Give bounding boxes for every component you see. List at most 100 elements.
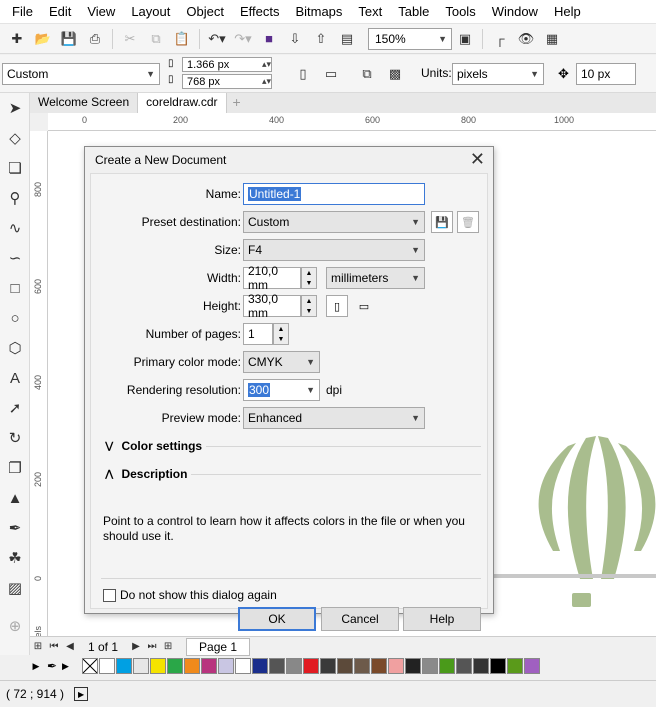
color-swatch[interactable] <box>218 658 234 674</box>
color-swatch[interactable] <box>371 658 387 674</box>
spinner-icon[interactable]: ▴▾ <box>262 76 271 87</box>
close-icon[interactable]: ✕ <box>470 149 485 170</box>
color-swatch[interactable] <box>116 658 132 674</box>
all-pages-icon[interactable]: ⧉ <box>354 62 380 86</box>
units-select[interactable]: pixels ▼ <box>452 63 544 85</box>
current-page-icon[interactable]: ▩ <box>382 62 408 86</box>
zoom-level-select[interactable]: 150% ▼ <box>368 27 452 50</box>
color-swatch[interactable] <box>150 658 166 674</box>
color-settings-toggle[interactable]: ⋁ Color settings <box>105 439 202 453</box>
last-page-icon[interactable]: ⏭ <box>144 641 160 652</box>
height-spinner[interactable]: ▲ ▼ <box>301 295 317 317</box>
add-tab-icon[interactable]: + <box>227 93 247 113</box>
next-page-icon[interactable]: ▶ <box>128 641 144 652</box>
play-icon[interactable]: ▶ <box>74 687 89 701</box>
paste-icon[interactable]: 📋 <box>169 27 195 51</box>
menu-help[interactable]: Help <box>546 4 589 19</box>
pick-tool-icon[interactable]: ➤ <box>0 93 30 123</box>
publish-pdf-icon[interactable]: ▤ <box>334 27 360 51</box>
horizontal-ruler[interactable]: 0 200 400 600 800 1000 <box>48 113 656 131</box>
smart-fill-icon[interactable]: ▨ <box>0 573 30 603</box>
open-icon[interactable]: 📂 <box>30 27 56 51</box>
width-input[interactable]: 210,0 mm <box>243 264 301 292</box>
ok-button[interactable]: OK <box>238 607 316 631</box>
color-swatch[interactable] <box>184 658 200 674</box>
color-swatch[interactable] <box>405 658 421 674</box>
color-swatch[interactable] <box>456 658 472 674</box>
export-icon[interactable]: ⇧ <box>308 27 334 51</box>
menu-view[interactable]: View <box>79 4 123 19</box>
menu-bitmaps[interactable]: Bitmaps <box>287 4 350 19</box>
name-input[interactable]: Untitled-1 <box>243 183 425 205</box>
parallel-dimension-icon[interactable]: ➚ <box>0 393 30 423</box>
print-icon[interactable]: ⎙ <box>82 27 108 51</box>
palette-expand-icon[interactable]: ▶ <box>62 661 82 672</box>
color-swatch[interactable] <box>235 658 251 674</box>
description-toggle[interactable]: ⋀ Description <box>105 467 187 481</box>
connector-tool-icon[interactable]: ↻ <box>0 423 30 453</box>
color-swatch[interactable] <box>286 658 302 674</box>
cut-icon[interactable]: ✂ <box>117 27 143 51</box>
cancel-button[interactable]: Cancel <box>321 607 399 631</box>
show-rulers-icon[interactable]: ┌ <box>487 27 513 51</box>
add-page-icon[interactable]: ⊞ <box>30 641 46 652</box>
tab-document[interactable]: coreldraw.cdr <box>138 93 227 113</box>
transparency-tool-icon[interactable]: ▲ <box>0 483 30 513</box>
drop-shadow-icon[interactable]: ❐ <box>0 453 30 483</box>
tab-welcome-screen[interactable]: Welcome Screen <box>30 93 139 113</box>
preset-destination-select[interactable]: Custom ▼ <box>243 211 425 233</box>
spinner-icon[interactable]: ▴▾ <box>262 59 271 70</box>
color-swatch[interactable] <box>422 658 438 674</box>
units-select[interactable]: millimeters ▼ <box>326 267 425 289</box>
color-swatch[interactable] <box>354 658 370 674</box>
page-width-field[interactable]: 1.366 px ▴▾ <box>182 57 272 72</box>
color-swatch[interactable] <box>473 658 489 674</box>
eyedropper-icon[interactable]: ✒ <box>0 513 30 543</box>
color-swatch[interactable] <box>252 658 268 674</box>
color-swatch[interactable] <box>201 658 217 674</box>
color-swatch[interactable] <box>133 658 149 674</box>
redo-icon[interactable]: ↷▾ <box>230 27 256 51</box>
color-mode-select[interactable]: CMYK ▼ <box>243 351 320 373</box>
zoom-tool-icon[interactable]: ⚲ <box>0 183 30 213</box>
previous-page-icon[interactable]: ◀ <box>62 641 78 652</box>
color-swatch[interactable] <box>167 658 183 674</box>
search-content-icon[interactable]: ■ <box>256 27 282 51</box>
delete-preset-button[interactable]: 🗑 <box>457 211 479 233</box>
text-tool-icon[interactable]: A <box>0 363 30 393</box>
color-swatch[interactable] <box>269 658 285 674</box>
landscape-icon[interactable]: ▭ <box>318 62 344 86</box>
color-swatch[interactable] <box>524 658 540 674</box>
ellipse-tool-icon[interactable]: ○ <box>0 303 30 333</box>
import-icon[interactable]: ⇩ <box>282 27 308 51</box>
save-icon[interactable]: 💾 <box>56 27 82 51</box>
page-tab[interactable]: Page 1 <box>186 637 251 656</box>
crop-tool-icon[interactable]: ❏ <box>0 153 30 183</box>
width-spinner[interactable]: ▲ ▼ <box>301 267 317 289</box>
no-color-swatch[interactable] <box>82 658 98 674</box>
palette-scroll-icon[interactable]: ▶ <box>30 661 42 672</box>
nudge-distance-field[interactable]: 10 px <box>576 63 636 85</box>
first-page-icon[interactable]: ⏮ <box>46 641 62 652</box>
color-swatch[interactable] <box>320 658 336 674</box>
menu-table[interactable]: Table <box>390 4 437 19</box>
color-swatch[interactable] <box>337 658 353 674</box>
color-swatch[interactable] <box>303 658 319 674</box>
portrait-button[interactable]: ▯ <box>326 295 348 317</box>
color-swatch[interactable] <box>99 658 115 674</box>
color-swatch[interactable] <box>490 658 506 674</box>
dont-show-checkbox[interactable]: Do not show this dialog again <box>103 588 277 602</box>
page-height-field[interactable]: 768 px ▴▾ <box>182 74 272 89</box>
polygon-tool-icon[interactable]: ⬡ <box>0 333 30 363</box>
menu-edit[interactable]: Edit <box>41 4 79 19</box>
color-swatch[interactable] <box>507 658 523 674</box>
vertical-ruler[interactable]: 800 600 400 200 0 pixels <box>30 131 48 649</box>
help-button[interactable]: Help <box>403 607 481 631</box>
color-swatch[interactable] <box>388 658 404 674</box>
height-input[interactable]: 330,0 mm <box>243 292 301 320</box>
menu-tools[interactable]: Tools <box>437 4 483 19</box>
menu-window[interactable]: Window <box>484 4 546 19</box>
pages-input[interactable]: 1 <box>243 323 273 345</box>
menu-text[interactable]: Text <box>350 4 390 19</box>
rectangle-tool-icon[interactable]: □ <box>0 273 30 303</box>
